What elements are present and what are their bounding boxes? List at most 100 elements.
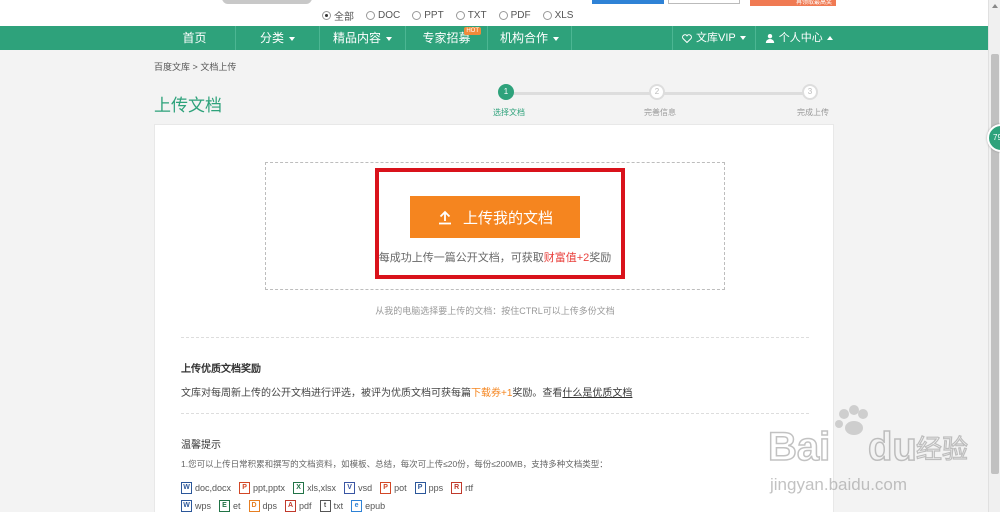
file-type-label: epub bbox=[365, 501, 386, 511]
file-types-row-2: Wwps Eet Ddps Apdf t txt e epub bbox=[181, 500, 385, 512]
watermark-brand: Bai bbox=[768, 425, 830, 469]
doc-type-radio[interactable]: DOC bbox=[366, 8, 400, 23]
file-type-item: Apdf bbox=[285, 500, 312, 512]
file-type-label: pps bbox=[428, 483, 444, 493]
nav-item-label: 专家招募 bbox=[422, 31, 471, 45]
quality-text-highlight: 下载券+1 bbox=[471, 388, 513, 399]
vip-label: 文库VIP bbox=[696, 32, 736, 44]
vip-menu[interactable]: 文库VIP bbox=[672, 26, 755, 50]
file-type-icon: R bbox=[451, 482, 463, 494]
upload-card: 上传我的文档 每成功上传一篇公开文档，可获取财富值+2奖励 从我的电脑选择要上传… bbox=[154, 124, 834, 512]
radio-button-icon[interactable] bbox=[366, 11, 375, 20]
file-type-item: Ddps bbox=[248, 500, 277, 512]
scroll-up-arrow-icon[interactable] bbox=[992, 4, 998, 8]
quality-reward-title: 上传优质文档奖励 bbox=[181, 364, 261, 375]
step-connector bbox=[664, 92, 808, 95]
nav-item-label: 精品内容 bbox=[332, 31, 381, 45]
upload-steps: 1 2 3 选择文档 完善信息 完成上传 bbox=[492, 84, 834, 120]
doc-type-radio[interactable]: XLS bbox=[542, 8, 574, 23]
doc-type-filter: 全部 DOC PPT TXT PDF XLS bbox=[322, 8, 573, 23]
file-type-label: txt bbox=[333, 501, 344, 511]
file-type-icon: X bbox=[293, 482, 305, 494]
doc-type-radio[interactable]: 全部 bbox=[322, 8, 354, 23]
breadcrumb-home[interactable]: 百度文库 bbox=[154, 62, 190, 72]
reward-prefix: 每成功上传一篇公开文档，可获取 bbox=[378, 252, 544, 264]
quality-reward-text: 文库对每周新上传的公开文档进行评选，被评为优质文档可获每篇下载券+1奖励。查看什… bbox=[181, 384, 632, 399]
step-1-marker: 1 bbox=[498, 84, 514, 100]
radio-button-icon[interactable] bbox=[455, 11, 465, 20]
file-type-icon: P bbox=[414, 482, 426, 494]
file-type-item: e epub bbox=[351, 500, 385, 512]
radio-label: XLS bbox=[554, 10, 574, 21]
nav-item[interactable]: 分类 bbox=[236, 26, 320, 50]
file-type-label: vsd bbox=[358, 483, 373, 493]
chevron-down-icon bbox=[289, 36, 295, 41]
file-type-icon: t bbox=[319, 500, 331, 512]
radio-button-icon[interactable] bbox=[542, 11, 552, 20]
step-2-label: 完善信息 bbox=[644, 108, 676, 117]
file-type-label: pdf bbox=[299, 501, 312, 511]
secondary-search-button[interactable] bbox=[668, 0, 740, 4]
file-type-icon: V bbox=[344, 482, 356, 494]
doc-type-radio[interactable]: PDF bbox=[498, 8, 531, 23]
file-type-label: rtf bbox=[465, 483, 474, 493]
file-type-icon: W bbox=[181, 482, 192, 494]
radio-label: 全部 bbox=[334, 12, 354, 23]
radio-label: DOC bbox=[378, 10, 401, 21]
chevron-down-icon bbox=[739, 36, 746, 40]
reward-highlight: 财富值+2 bbox=[543, 252, 590, 264]
reward-suffix: 奖励 bbox=[589, 252, 612, 264]
step-3-marker: 3 bbox=[802, 84, 818, 100]
nav-item[interactable]: 首页 bbox=[154, 26, 236, 50]
search-button[interactable] bbox=[592, 0, 664, 4]
file-type-item: Ppot bbox=[380, 482, 407, 494]
doc-type-radio[interactable]: PPT bbox=[412, 8, 444, 23]
radio-button-icon[interactable] bbox=[412, 11, 422, 20]
file-type-item: Vvsd bbox=[344, 482, 372, 494]
heart-icon bbox=[682, 33, 692, 43]
baidu-jingyan-watermark: Bai du 经验 jingyan.baidu.com bbox=[767, 405, 969, 494]
file-type-icon: P bbox=[380, 482, 392, 494]
radio-button-icon[interactable] bbox=[498, 11, 508, 20]
file-type-label: wps bbox=[195, 501, 212, 511]
radio-button-icon[interactable] bbox=[322, 11, 331, 20]
user-center-label: 个人中心 bbox=[778, 32, 823, 44]
promo-banner[interactable]: 再领取最高奖 bbox=[750, 0, 836, 6]
file-type-item: Wwps bbox=[181, 500, 211, 512]
scrollbar-thumb[interactable] bbox=[991, 54, 999, 474]
quality-doc-link[interactable]: 什么是优质文档 bbox=[562, 388, 632, 399]
nav-item[interactable]: 专家招募 HOT bbox=[406, 26, 488, 50]
tips-title: 温馨提示 bbox=[181, 440, 221, 451]
file-type-label: doc,docx bbox=[195, 483, 232, 493]
file-type-icon: A bbox=[285, 500, 297, 512]
divider bbox=[181, 337, 809, 338]
step-1-label: 选择文档 bbox=[493, 108, 525, 117]
user-center-menu[interactable]: 个人中心 bbox=[754, 26, 845, 50]
file-type-item: Ppps bbox=[414, 482, 444, 494]
file-types-row-1: Wdoc,docx Pppt,pptx Xxls,xlsx Vvsd Ppot Ppps R… bbox=[181, 482, 473, 494]
reward-text: 每成功上传一篇公开文档，可获取财富值+2奖励 bbox=[265, 249, 725, 265]
step-2-marker: 2 bbox=[649, 84, 665, 100]
nav-item[interactable]: 机构合作 bbox=[488, 26, 572, 50]
quality-text-middle: 奖励。查看 bbox=[512, 388, 563, 399]
hot-badge: HOT bbox=[464, 27, 481, 35]
logo[interactable] bbox=[222, 0, 312, 4]
doc-type-radio[interactable]: TXT bbox=[455, 8, 487, 23]
file-type-label: pot bbox=[394, 483, 407, 493]
svg-text:du: du bbox=[868, 425, 917, 469]
vertical-scrollbar[interactable] bbox=[988, 0, 1000, 512]
file-type-item: Wdoc,docx bbox=[181, 482, 231, 494]
main-nav: 首页 分类 精品内容 专家招募 HOT 机构合作 文库VIP 个人中心 bbox=[0, 26, 988, 50]
file-type-icon: D bbox=[248, 500, 260, 512]
divider bbox=[181, 413, 809, 414]
radio-label: TXT bbox=[467, 10, 487, 21]
file-type-item: t txt bbox=[319, 500, 344, 512]
file-type-item: Xxls,xlsx bbox=[293, 482, 336, 494]
file-type-label: xls,xlsx bbox=[307, 483, 337, 493]
chevron-up-icon bbox=[826, 36, 833, 40]
file-type-icon: W bbox=[181, 500, 192, 512]
breadcrumb-current: 文档上传 bbox=[200, 62, 237, 72]
upload-my-document-button[interactable]: 上传我的文档 bbox=[410, 196, 580, 238]
file-type-item: Rrtf bbox=[451, 482, 473, 494]
nav-item[interactable]: 精品内容 bbox=[320, 26, 406, 50]
